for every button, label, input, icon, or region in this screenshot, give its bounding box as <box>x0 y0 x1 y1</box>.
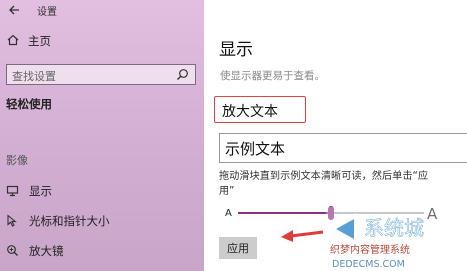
sidebar-item-label: 主页 <box>28 34 51 48</box>
sidebar-item-magnifier[interactable]: 放大镜 <box>0 240 204 262</box>
sample-text-preview: 示例文本 <box>219 133 467 163</box>
page-description: 使显示器更易于查看。 <box>220 70 325 82</box>
section-title: 轻松使用 <box>6 97 52 111</box>
sample-text: 示例文本 <box>225 140 286 158</box>
slider-min-label: A <box>225 208 232 219</box>
slider-track-filled <box>238 212 331 214</box>
back-arrow-icon[interactable] <box>7 3 21 17</box>
sidebar-item-cursor[interactable]: 光标和指针大小 <box>0 210 204 232</box>
home-icon <box>7 34 19 46</box>
monitor-icon <box>6 185 19 197</box>
sidebar-item-display[interactable]: 显示 <box>0 180 204 202</box>
app-title: 设置 <box>37 7 57 18</box>
watermark-url: DEDECMS.COM <box>332 259 405 270</box>
sidebar: 设置 主页 查找设置 轻松使用 影像 显示 光标和指针大小 放大镜 <box>0 0 204 271</box>
sidebar-item-label: 放大镜 <box>29 244 64 258</box>
sidebar-item-label: 显示 <box>29 184 52 198</box>
magnifier-icon <box>7 245 18 256</box>
cursor-icon <box>7 214 17 227</box>
page-title: 显示 <box>219 40 253 60</box>
group-label: 影像 <box>6 154 28 167</box>
sidebar-item-label: 光标和指针大小 <box>29 214 110 228</box>
search-input[interactable]: 查找设置 <box>6 64 196 85</box>
sidebar-item-home[interactable]: 主页 <box>0 30 204 52</box>
apply-button[interactable]: 应用 <box>219 237 257 259</box>
section-heading: 放大文本 <box>222 104 278 120</box>
instruction-text: 拖动滑块直到示例文本清晰可读，然后单击“应 用” <box>219 171 429 197</box>
search-placeholder: 查找设置 <box>12 70 56 83</box>
watermark-logo-icon: 系统城 织梦内容管理系统 DEDECMS.COM <box>326 207 467 271</box>
watermark: 系统城 织梦内容管理系统 DEDECMS.COM <box>326 207 467 271</box>
watermark-title: 系统城 <box>364 216 424 240</box>
red-arrow-annotation <box>281 230 324 242</box>
search-icon[interactable] <box>176 68 189 81</box>
watermark-subtitle: 织梦内容管理系统 <box>330 243 410 256</box>
highlighted-section-heading: 放大文本 <box>214 96 306 123</box>
